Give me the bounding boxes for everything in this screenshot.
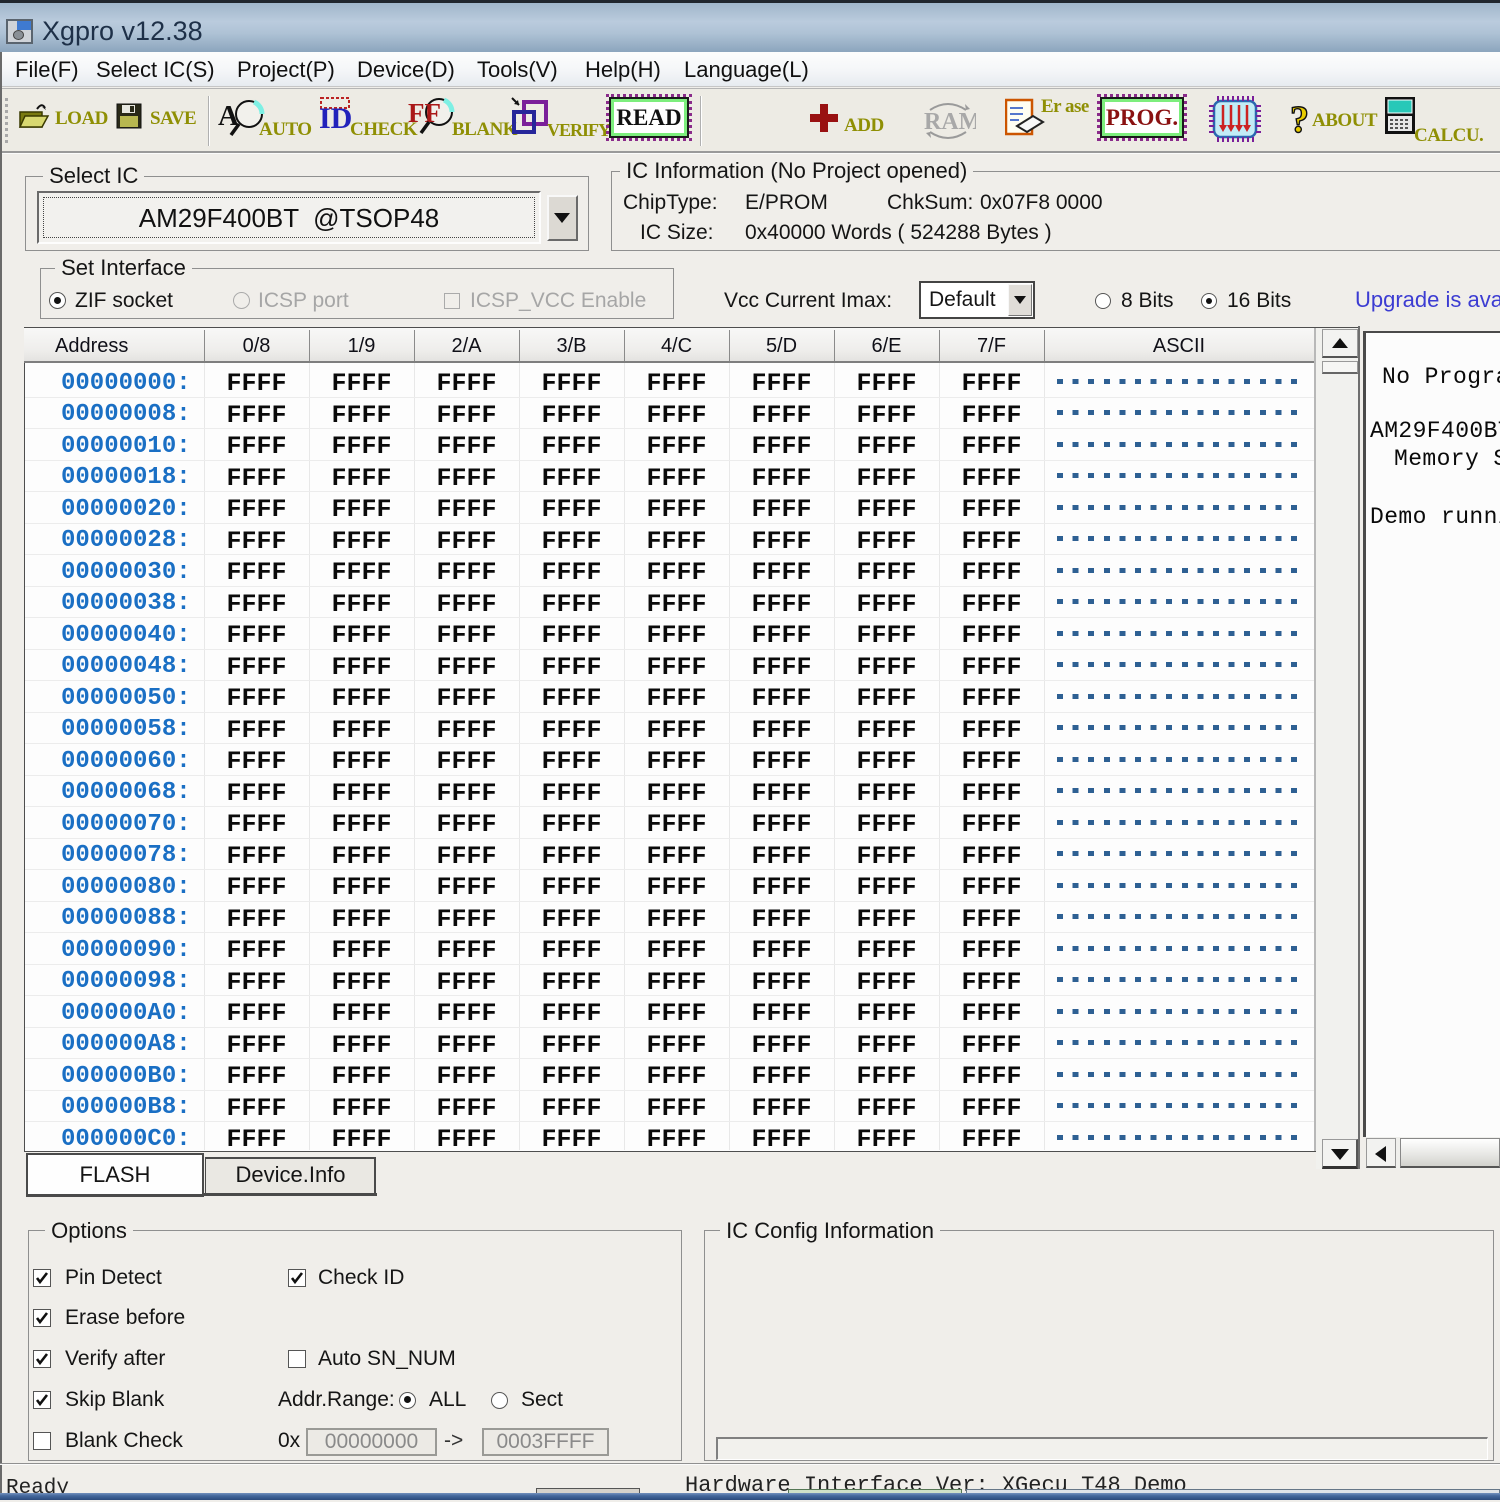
svg-text:ID: ID <box>319 102 352 132</box>
svg-text:?: ? <box>1290 100 1309 140</box>
svg-text:FF: FF <box>408 98 441 128</box>
svg-text:RAM: RAM <box>924 109 976 135</box>
